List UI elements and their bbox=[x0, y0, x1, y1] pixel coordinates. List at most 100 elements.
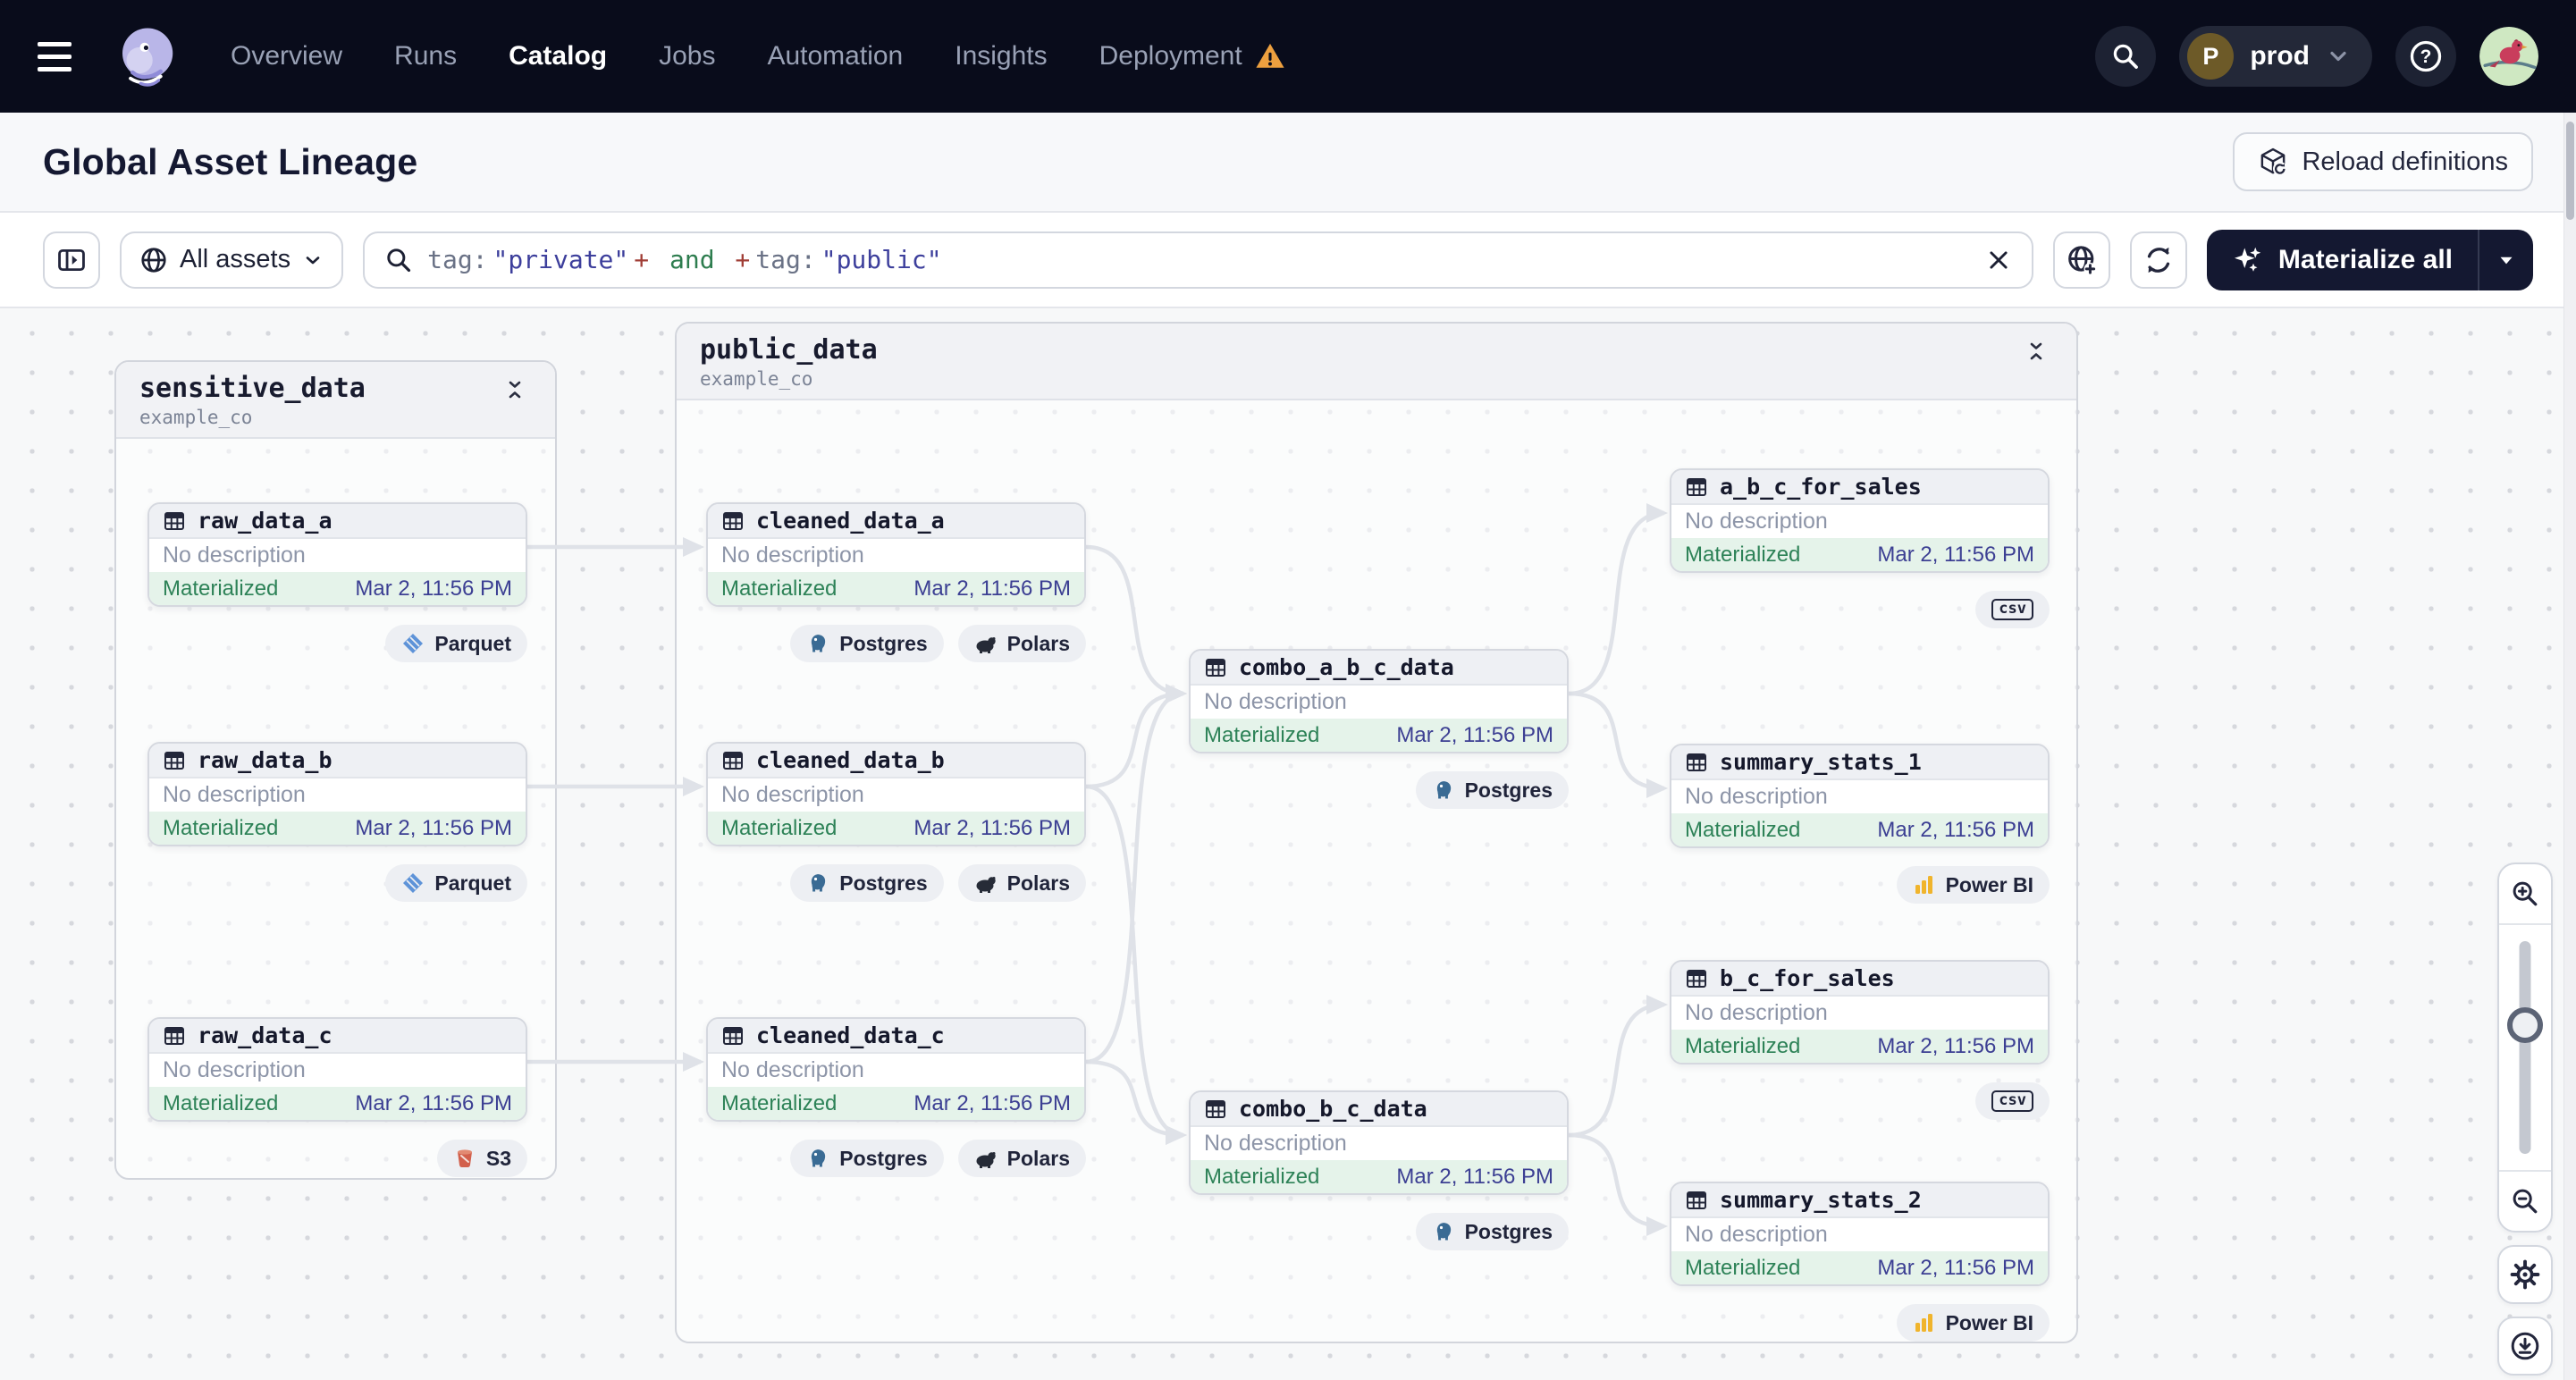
collapse-group-button[interactable] bbox=[2019, 334, 2053, 373]
nav-item-deployment-label: Deployment bbox=[1099, 41, 1242, 71]
deployment-name: prod bbox=[2250, 41, 2310, 71]
kind-badge-postgres: Postgres bbox=[1415, 1213, 1569, 1250]
lineage-canvas[interactable]: sensitive_data example_co public_data ex… bbox=[0, 308, 2576, 1380]
badge-label: Power BI bbox=[1945, 872, 2033, 896]
asset-description: No description bbox=[1671, 505, 2048, 538]
asset-node-cleaned-data-c[interactable]: cleaned_data_c No description Materializ… bbox=[706, 1017, 1086, 1177]
asset-timestamp: Mar 2, 11:56 PM bbox=[1877, 542, 2034, 567]
asset-badges: Postgres Polars bbox=[706, 864, 1086, 902]
asset-node-raw-data-c[interactable]: raw_data_c No description Materialized M… bbox=[147, 1017, 527, 1177]
refresh-graph-button[interactable] bbox=[2129, 231, 2187, 289]
asset-node-b-c-for-sales[interactable]: b_c_for_sales No description Materialize… bbox=[1670, 960, 2050, 1120]
asset-status: Materialized bbox=[721, 815, 838, 840]
kind-badge-polars: Polars bbox=[957, 625, 1086, 662]
menu-icon[interactable] bbox=[38, 28, 95, 85]
vertical-scrollbar[interactable] bbox=[2563, 113, 2576, 1380]
asset-graph-settings-button[interactable] bbox=[2052, 231, 2110, 289]
toggle-sidebar-button[interactable] bbox=[43, 231, 100, 289]
asset-badges: Postgres bbox=[1189, 1213, 1569, 1250]
asset-node-summary-stats-2[interactable]: summary_stats_2 No description Materiali… bbox=[1670, 1182, 2050, 1342]
clear-search-button[interactable] bbox=[1985, 247, 2012, 273]
zoom-out-button[interactable] bbox=[2499, 1172, 2551, 1231]
nav-item-runs[interactable]: Runs bbox=[394, 41, 457, 72]
table-icon bbox=[1687, 1191, 1706, 1209]
nav-item-automation[interactable]: Automation bbox=[767, 41, 903, 72]
kind-badge-csv: csv bbox=[1975, 591, 2050, 628]
asset-node-cleaned-data-b[interactable]: cleaned_data_b No description Materializ… bbox=[706, 742, 1086, 902]
parquet-icon bbox=[403, 873, 424, 893]
deployment-switcher[interactable]: P prod bbox=[2179, 26, 2372, 87]
table-icon bbox=[1687, 477, 1706, 496]
asset-description: No description bbox=[1671, 780, 2048, 813]
materialize-options-button[interactable] bbox=[2478, 229, 2533, 290]
query-token: + bbox=[735, 245, 751, 274]
asset-badges: Parquet bbox=[147, 625, 527, 662]
asset-scope-dropdown[interactable]: All assets bbox=[120, 231, 344, 289]
asset-badges: S3 bbox=[147, 1140, 527, 1177]
asset-badges: Postgres Polars bbox=[706, 1140, 1086, 1177]
zoom-slider[interactable] bbox=[2499, 923, 2551, 1172]
nav-item-deployment[interactable]: Deployment bbox=[1099, 41, 1285, 72]
asset-node-combo-b-c-data[interactable]: combo_b_c_data No description Materializ… bbox=[1189, 1090, 1569, 1250]
reload-definitions-button[interactable]: Reload definitions bbox=[2233, 132, 2533, 191]
asset-node-combo-a-b-c-data[interactable]: combo_a_b_c_data No description Material… bbox=[1189, 649, 1569, 809]
asset-node-a-b-c-for-sales[interactable]: a_b_c_for_sales No description Materiali… bbox=[1670, 468, 2050, 628]
graph-settings-button[interactable] bbox=[2497, 1245, 2553, 1304]
asset-node-raw-data-b[interactable]: raw_data_b No description Materialized M… bbox=[147, 742, 527, 902]
kind-badge-csv: csv bbox=[1975, 1082, 2050, 1120]
polars-icon bbox=[976, 877, 996, 893]
asset-status: Materialized bbox=[163, 815, 279, 840]
collapse-icon bbox=[509, 381, 521, 399]
user-avatar[interactable] bbox=[2479, 27, 2538, 86]
asset-description: No description bbox=[1191, 1127, 1567, 1160]
asset-timestamp: Mar 2, 11:56 PM bbox=[355, 576, 512, 601]
refresh-icon bbox=[2147, 247, 2170, 273]
asset-description: No description bbox=[149, 1054, 526, 1087]
asset-title: combo_b_c_data bbox=[1239, 1096, 1427, 1122]
zoom-in-icon bbox=[2513, 881, 2538, 906]
nav-item-jobs[interactable]: Jobs bbox=[659, 41, 715, 72]
table-icon bbox=[164, 1026, 184, 1045]
postgres-icon bbox=[1436, 1223, 1451, 1241]
kind-badge-parquet: Parquet bbox=[385, 625, 527, 662]
scrollbar-thumb[interactable] bbox=[2566, 122, 2574, 220]
asset-node-cleaned-data-a[interactable]: cleaned_data_a No description Materializ… bbox=[706, 502, 1086, 662]
asset-search-input[interactable]: tag: "private" + and + tag: "public" bbox=[363, 231, 2033, 289]
globe-plus-icon bbox=[2068, 245, 2097, 275]
nav-item-catalog[interactable]: Catalog bbox=[509, 41, 607, 72]
asset-badges: Parquet bbox=[147, 864, 527, 902]
asset-status: Materialized bbox=[1685, 542, 1801, 567]
help-button[interactable]: ? bbox=[2395, 26, 2456, 87]
asset-description: No description bbox=[1671, 997, 2048, 1030]
badge-label: Parquet bbox=[434, 631, 511, 655]
asset-badges: csv bbox=[1670, 591, 2050, 628]
search-icon bbox=[2114, 44, 2139, 69]
query-token: and bbox=[654, 245, 730, 274]
asset-timestamp: Mar 2, 11:56 PM bbox=[1877, 817, 2034, 842]
nav-item-overview[interactable]: Overview bbox=[231, 41, 342, 72]
zoom-slider-handle[interactable] bbox=[2507, 1007, 2543, 1043]
search-icon bbox=[387, 248, 411, 272]
download-icon bbox=[2511, 1332, 2539, 1360]
parquet-icon bbox=[403, 634, 424, 653]
asset-node-raw-data-a[interactable]: raw_data_a No description Materialized M… bbox=[147, 502, 527, 662]
help-icon: ? bbox=[2410, 40, 2442, 72]
badge-label: Power BI bbox=[1945, 1310, 2033, 1334]
asset-node-summary-stats-1[interactable]: summary_stats_1 No description Materiali… bbox=[1670, 744, 2050, 904]
collapse-group-button[interactable] bbox=[498, 373, 532, 411]
download-graph-button[interactable] bbox=[2497, 1317, 2553, 1376]
badge-label: Postgres bbox=[839, 631, 928, 655]
caret-down-icon bbox=[2500, 257, 2513, 264]
dagster-logo-icon[interactable] bbox=[114, 24, 179, 88]
asset-group-header[interactable]: public_data example_co bbox=[677, 324, 2076, 400]
kind-badge-s3: S3 bbox=[436, 1140, 527, 1177]
badge-label: Polars bbox=[1006, 871, 1070, 895]
badge-label: S3 bbox=[485, 1146, 511, 1170]
asset-group-header[interactable]: sensitive_data example_co bbox=[116, 362, 555, 439]
csv-icon: csv bbox=[1991, 599, 2033, 620]
nav-item-insights[interactable]: Insights bbox=[955, 41, 1047, 72]
zoom-in-button[interactable] bbox=[2499, 864, 2551, 923]
search-button[interactable] bbox=[2095, 26, 2157, 87]
materialize-all-button[interactable]: Materialize all bbox=[2207, 230, 2478, 290]
asset-title: raw_data_b bbox=[198, 747, 333, 773]
